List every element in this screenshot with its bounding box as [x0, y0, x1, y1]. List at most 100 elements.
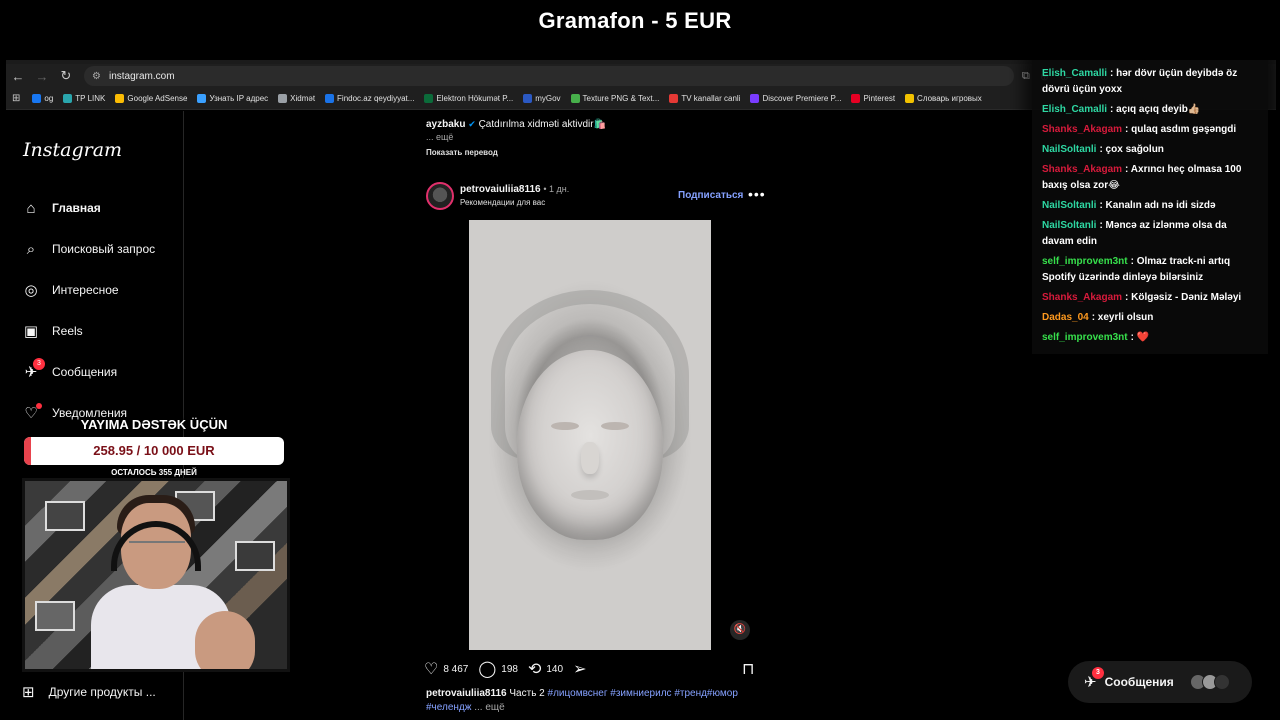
follow-button[interactable]: Подписаться [678, 190, 743, 201]
snow-face-imprint [517, 350, 663, 540]
bookmark-label: Findoc.az qeydiyyat... [337, 94, 415, 103]
previous-post-username[interactable]: ayzbaku [426, 119, 465, 130]
chat-username: self_improvem3nt [1042, 332, 1128, 343]
chat-message: NailSoltanli: Məncə az izlənmə olsa da d… [1042, 218, 1260, 250]
share-icon[interactable]: ➢ [573, 659, 586, 679]
face-right-eye [601, 422, 629, 430]
bookmark-item[interactable]: Elektron Hökumət P... [424, 94, 513, 103]
save-icon[interactable]: ⊓ [742, 659, 754, 679]
sidebar-item-messenger[interactable]: ✈ 3 Сообщения [22, 358, 117, 381]
contact-avatar [1213, 674, 1230, 690]
chat-username: NailSoltanli [1042, 144, 1097, 155]
address-bar[interactable]: ⚙ instagram.com [84, 66, 1014, 86]
messages-popup-button[interactable]: ✈ 3 Сообщения [1068, 661, 1252, 703]
bookmark-label: Discover Premiere P... [762, 94, 842, 103]
sidebar-item-search[interactable]: ⌕ Поисковый запрос [22, 240, 155, 258]
caption-username[interactable]: petrovaiuliia8116 [426, 688, 507, 699]
donation-progress-bar: 258.95 / 10 000 EUR [24, 437, 284, 465]
bookmark-label: Узнать IP адрес [209, 94, 269, 103]
bookmark-favicon-icon [570, 94, 580, 103]
chat-username: Shanks_Akagam [1042, 292, 1123, 303]
chat-username: Elish_Camalli [1042, 68, 1108, 79]
bookmark-label: og [44, 94, 54, 103]
bookmark-item[interactable]: Словарь игровых [905, 94, 982, 103]
chat-text: : qulaq asdım gəşəngdi [1125, 124, 1237, 135]
chat-username: NailSoltanli [1042, 200, 1097, 211]
bookmark-favicon-icon [115, 94, 125, 103]
apps-grid-icon[interactable]: ⊞ [12, 93, 20, 104]
post-header: petrovaiuliia8116 • 1 дн. Рекомендации д… [426, 181, 765, 211]
messages-badge: 3 [1092, 667, 1104, 679]
chat-text: : çox sağolun [1099, 144, 1164, 155]
sidebar-item-home[interactable]: ⌂ Главная [22, 199, 100, 217]
bookmark-item[interactable]: Узнать IP адрес [197, 94, 268, 103]
previous-post-caption: ayzbaku ✔ Çatdırılma xidməti aktivdir🛍️ … [426, 119, 766, 157]
compass-icon: ◎ [24, 282, 38, 299]
reload-icon[interactable]: ↻ [54, 68, 78, 84]
wall-sticker [235, 541, 275, 571]
bookmark-item[interactable]: Xidmət [278, 94, 315, 103]
post-username[interactable]: petrovaiuliia8116 [460, 184, 541, 195]
show-translation-link[interactable]: Показать перевод [426, 148, 766, 157]
chat-text: : Kanalın adı nə idi sizdə [1099, 200, 1216, 211]
screen: Gramafon - 5 EUR ← → ↻ ⚙ instagram.com ⧉… [0, 0, 1280, 720]
messenger-icon: ✈ 3 [22, 358, 45, 381]
bookmark-item[interactable]: Texture PNG & Text... [570, 94, 659, 103]
bookmark-label: TV kanallar canli [681, 94, 741, 103]
comment-count: 198 [501, 663, 518, 675]
messages-badge: 3 [33, 358, 45, 370]
forward-icon[interactable]: → [30, 69, 54, 84]
comment-icon[interactable]: ◯ [478, 659, 496, 679]
sidebar-item-label: Reels [52, 324, 83, 338]
bookmark-label: myGov [535, 94, 561, 103]
back-icon[interactable]: ← [6, 69, 30, 84]
bookmark-item[interactable]: TV kanallar canli [669, 94, 740, 103]
notification-dot [36, 403, 42, 409]
bookmark-favicon-icon [905, 94, 915, 103]
chat-message: Elish_Camalli: hər dövr üçün deyibdə öz … [1042, 66, 1260, 98]
more-options-icon[interactable]: ••• [748, 186, 766, 202]
wall-sticker [35, 601, 75, 631]
home-icon: ⌂ [26, 199, 36, 217]
caption-hashtag-challenge[interactable]: #челендж [426, 702, 471, 713]
sidebar-item-compass[interactable]: ◎ Интересное [22, 281, 118, 299]
site-settings-icon[interactable]: ⚙ [92, 71, 101, 82]
bookmark-label: Elektron Hökumət P... [436, 94, 514, 103]
chat-username: Shanks_Akagam [1042, 124, 1123, 135]
chat-message: NailSoltanli: Kanalın adı nə idi sizdə [1042, 198, 1260, 214]
post-video[interactable] [469, 220, 711, 650]
donation-title: YAYIMA DƏSTƏK ÜÇÜN [80, 417, 228, 432]
caption-hashtags[interactable]: #лицомвснег #зимниерилс #тренд#юмор [548, 688, 738, 699]
bookmark-item[interactable]: og [32, 94, 53, 103]
caption-more-link[interactable]: ... ещё [474, 702, 504, 713]
bookmark-item[interactable]: Findoc.az qeydiyyat... [325, 94, 414, 103]
chat-message: NailSoltanli: çox sağolun [1042, 142, 1260, 158]
chat-username: Shanks_Akagam [1042, 164, 1123, 175]
like-icon[interactable]: ♡ [424, 659, 438, 679]
bookmark-item[interactable]: myGov [523, 94, 561, 103]
bookmark-item[interactable]: Pinterest [851, 94, 895, 103]
bookmark-item[interactable]: Google AdSense [115, 94, 187, 103]
bookmark-favicon-icon [63, 94, 73, 103]
other-products-button[interactable]: ⊞ Другие продукты ... [22, 683, 156, 701]
repost-icon[interactable]: ⟲ [528, 659, 541, 679]
bookmark-item[interactable]: TP LINK [63, 94, 105, 103]
bookmark-item[interactable]: Discover Premiere P... [750, 94, 841, 103]
bookmark-label: Словарь игровых [917, 94, 982, 103]
caption-text: Часть 2 [509, 688, 545, 699]
instagram-logo[interactable]: Instagram [23, 139, 122, 161]
post-recommendation-label: Рекомендации для вас [460, 198, 546, 207]
bookmark-favicon-icon [197, 94, 207, 103]
sidebar-item-reels[interactable]: ▣ Reels [22, 322, 83, 340]
bookmark-favicon-icon [424, 94, 434, 103]
bookmark-favicon-icon [325, 94, 335, 103]
post-media[interactable]: 🔇 [418, 220, 762, 650]
reels-icon: ▣ [23, 323, 39, 340]
install-app-icon[interactable]: ⧉ [1022, 70, 1030, 83]
mute-icon[interactable]: 🔇 [730, 620, 750, 640]
streamer-glasses [129, 541, 185, 551]
bookmark-label: Xidmət [290, 94, 316, 103]
search-icon: ⌕ [26, 240, 36, 258]
previous-post-more-link[interactable]: ... ещё [426, 132, 766, 142]
post-avatar[interactable] [426, 182, 454, 210]
